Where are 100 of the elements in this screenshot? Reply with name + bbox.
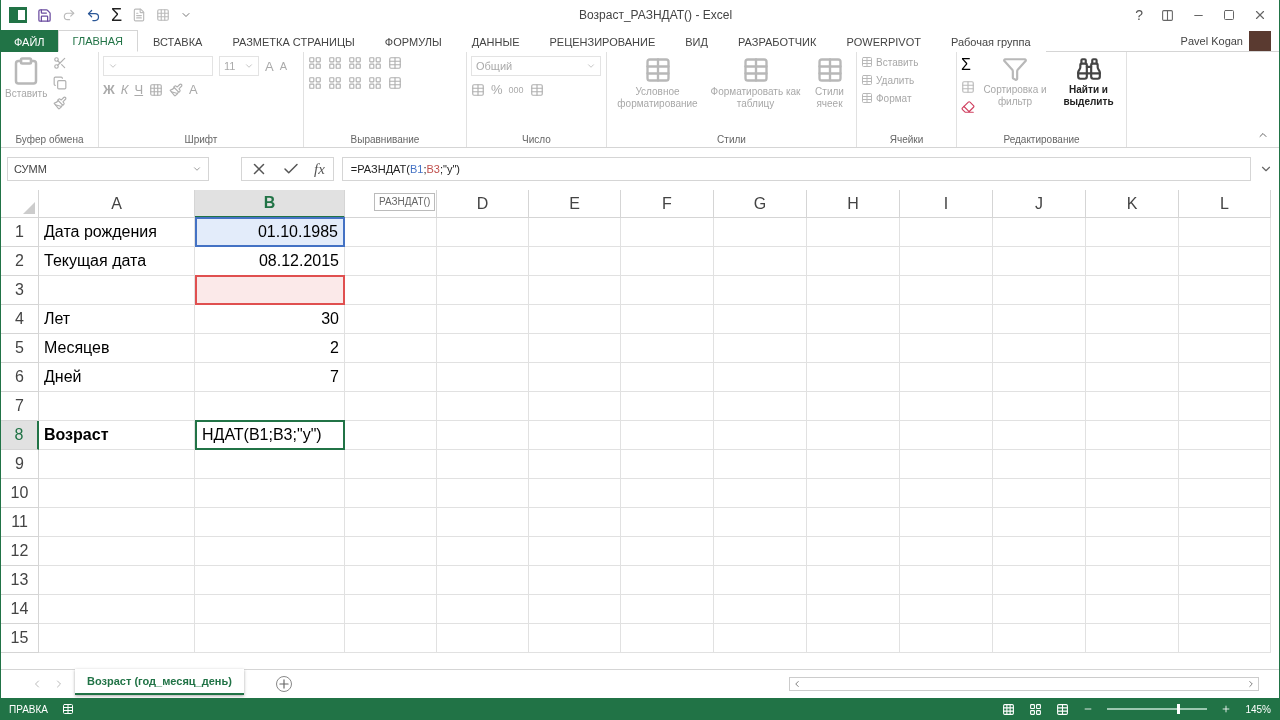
row-header[interactable]: 1 [1, 218, 39, 247]
status-mode: ПРАВКА [9, 703, 49, 715]
arrow-right-icon[interactable] [1246, 679, 1256, 689]
align-icon[interactable] [308, 76, 322, 90]
column-header[interactable]: J [993, 190, 1086, 218]
orientation-icon[interactable] [368, 56, 382, 70]
group-label: Шрифт [183, 134, 219, 145]
sheet-tab[interactable]: Возраст (год_месяц_день) [75, 669, 244, 695]
document-icon[interactable] [132, 8, 147, 22]
table-style-icon [815, 56, 844, 84]
table-cell: Дней [39, 363, 195, 392]
row-header[interactable]: 3 [1, 276, 39, 305]
dropdown-icon [586, 61, 596, 71]
column-header[interactable]: I [900, 190, 993, 218]
table-cell: НДАТ(B1;B3;"y") [195, 420, 345, 450]
zoom-thumb[interactable] [1177, 704, 1181, 714]
normal-view-icon[interactable] [1002, 702, 1016, 716]
copy-icon[interactable] [53, 76, 68, 90]
close-icon[interactable] [1253, 8, 1267, 22]
column-header[interactable]: F [621, 190, 714, 218]
function-tooltip: РАЗНДАТ() [374, 193, 436, 211]
row-header[interactable]: 15 [1, 624, 39, 653]
group-label: Число [521, 134, 552, 145]
autosum-button[interactable]: Σ [961, 56, 971, 74]
page-break-icon[interactable] [1056, 702, 1070, 716]
table-cell: 2 [195, 334, 345, 363]
currency-icon[interactable] [471, 82, 485, 97]
table-cell: 30 [195, 305, 345, 334]
ribbon-display-icon[interactable] [1161, 8, 1174, 22]
zoom-level[interactable]: 145% [1245, 703, 1271, 715]
fill-icon[interactable] [961, 80, 975, 94]
horizontal-scrollbar[interactable] [789, 677, 1259, 691]
insert-function-button[interactable]: fx [314, 160, 325, 178]
decimal-icon[interactable] [529, 82, 544, 97]
group-label: Стили [716, 134, 747, 145]
funnel-icon [1002, 56, 1028, 82]
group-label: Ячейки [888, 134, 925, 145]
row-header[interactable]: 11 [1, 508, 39, 537]
row-header[interactable]: 4 [1, 305, 39, 334]
maximize-icon[interactable] [1223, 9, 1235, 21]
table-cell: 7 [195, 363, 345, 392]
indent-icon[interactable] [368, 76, 382, 90]
find-select-button[interactable]: Найти и выделить [1055, 56, 1122, 108]
table-icon [861, 92, 873, 104]
user-avatar[interactable] [1249, 30, 1271, 51]
cut-icon[interactable] [53, 56, 68, 70]
help-button[interactable]: ? [1135, 7, 1143, 23]
table-cell: Текущая дата [39, 247, 195, 276]
row-header[interactable]: 7 [1, 392, 39, 421]
row-header[interactable]: 12 [1, 537, 39, 566]
wrap-text-icon[interactable] [388, 56, 402, 70]
page-layout-icon[interactable] [1029, 702, 1043, 716]
borders-icon[interactable] [149, 82, 164, 97]
group-label: Редактирование [1002, 134, 1081, 145]
column-header[interactable]: H [807, 190, 900, 218]
row-header[interactable]: 10 [1, 479, 39, 508]
format-painter-icon[interactable] [53, 96, 68, 110]
row-header[interactable]: 14 [1, 595, 39, 624]
sum-button[interactable]: Σ [111, 4, 123, 26]
column-header[interactable]: A [39, 190, 195, 218]
merge-icon[interactable] [388, 76, 402, 90]
redo-icon[interactable] [62, 8, 76, 22]
zoom-in-icon[interactable] [1221, 704, 1232, 714]
undo-icon[interactable] [86, 7, 101, 23]
macro-record-icon[interactable] [62, 703, 75, 715]
group-label: Буфер обмена [14, 134, 85, 145]
column-header[interactable]: K [1086, 190, 1179, 218]
grid-icon[interactable] [156, 8, 171, 22]
column-header[interactable]: E [529, 190, 621, 218]
column-header[interactable]: D [437, 190, 529, 218]
align-icon[interactable] [348, 56, 362, 70]
align-icon[interactable] [328, 56, 342, 70]
ribbon-tab[interactable]: ГЛАВНАЯ [57, 30, 139, 52]
select-all-icon[interactable] [23, 202, 35, 214]
row-header[interactable]: 13 [1, 566, 39, 595]
dropdown-icon [192, 164, 202, 174]
formula-field[interactable]: =РАЗНДАТ(B1;B3;"y") [341, 157, 1251, 181]
table-cell: Дата рождения [39, 218, 195, 247]
fill-color-icon[interactable] [169, 82, 184, 97]
eraser-icon[interactable] [961, 100, 975, 114]
row-header[interactable]: 5 [1, 334, 39, 363]
row-header[interactable]: 6 [1, 363, 39, 392]
save-icon[interactable] [37, 7, 52, 23]
row-header[interactable]: 8 [1, 421, 39, 450]
row-header[interactable]: 2 [1, 247, 39, 276]
file-tab[interactable]: ФАЙЛ [1, 30, 58, 52]
table-style-icon [741, 56, 770, 84]
font-field[interactable] [103, 56, 213, 76]
excel-logo-icon[interactable] [9, 6, 27, 24]
user-name[interactable]: Pavel Kogan [1180, 34, 1243, 47]
column-header[interactable]: G [714, 190, 807, 218]
window-title: Возраст_РАЗНДАТ() - Excel [579, 8, 734, 22]
column-header[interactable]: L [1179, 190, 1271, 218]
name-box[interactable]: СУММ [7, 157, 209, 181]
align-icon[interactable] [328, 76, 342, 90]
row-header[interactable]: 9 [1, 450, 39, 479]
arrow-left-icon[interactable] [792, 679, 802, 689]
column-header[interactable]: B [195, 190, 345, 218]
align-icon[interactable] [348, 76, 362, 90]
table-icon [861, 74, 873, 86]
